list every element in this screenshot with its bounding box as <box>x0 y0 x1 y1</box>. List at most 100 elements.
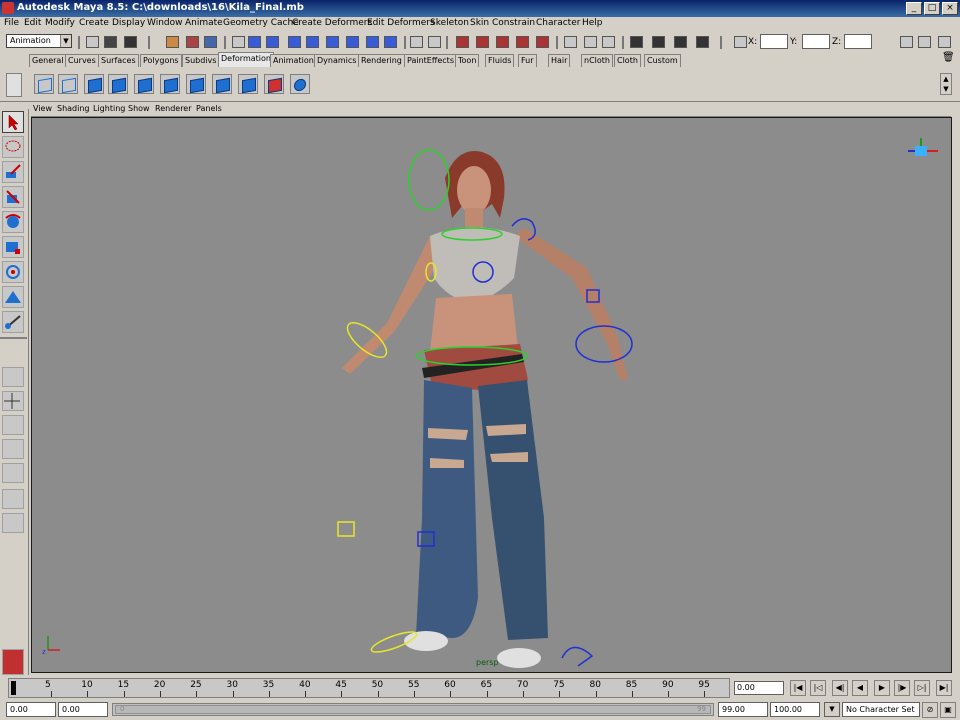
tab-fluids[interactable]: Fluids <box>485 54 515 67</box>
sculpt-icon[interactable] <box>134 74 154 94</box>
select-handles-icon[interactable] <box>266 36 279 48</box>
construction-history-icon[interactable] <box>564 36 577 48</box>
step-forward-key-icon[interactable]: ▷| <box>914 680 930 696</box>
range-slider[interactable]: 0 99 <box>112 703 714 716</box>
snap-curve-icon[interactable] <box>428 36 441 48</box>
save-scene-icon[interactable] <box>124 36 137 48</box>
tool-settings-icon[interactable] <box>938 36 951 48</box>
current-frame-field[interactable]: 0.00 <box>734 681 784 695</box>
panel-menu-shading[interactable]: Shading <box>57 104 90 113</box>
select-component-icon[interactable] <box>204 36 217 48</box>
wire-icon[interactable] <box>160 74 180 94</box>
tab-polygons[interactable]: Polygons <box>140 54 182 67</box>
render-globals-icon[interactable] <box>696 36 709 48</box>
snap-point-icon[interactable] <box>456 36 469 48</box>
select-deformations-icon[interactable] <box>346 36 359 48</box>
wrap-icon[interactable] <box>108 74 128 94</box>
hypershade-layout-icon[interactable] <box>2 463 24 483</box>
panel-menu-lighting[interactable]: Lighting <box>93 104 125 113</box>
single-perspective-layout-icon[interactable] <box>2 367 24 387</box>
open-scene-icon[interactable] <box>104 36 117 48</box>
select-tool-icon[interactable] <box>2 111 24 133</box>
channel-box-icon[interactable] <box>900 36 913 48</box>
menuset-dropdown[interactable]: Animation ▼ <box>6 34 72 48</box>
animation-start-field[interactable]: 0.00 <box>6 702 56 717</box>
playback-end-field[interactable]: 99.00 <box>718 702 768 717</box>
nonlinear-icon[interactable] <box>186 74 206 94</box>
layout-options-icon[interactable] <box>2 489 24 509</box>
menu-edit-deformers[interactable]: Edit Deformers <box>367 18 435 28</box>
step-back-frame-icon[interactable]: ◀| <box>832 680 848 696</box>
range-slider-handle[interactable]: 0 99 <box>115 705 711 714</box>
menu-create-deformers[interactable]: Create Deformers <box>292 18 372 28</box>
auto-key-icon[interactable]: ⊘ <box>922 702 938 718</box>
panel-menu-show[interactable]: Show <box>128 104 150 113</box>
z-input[interactable] <box>844 34 872 49</box>
make-live-icon[interactable] <box>496 36 509 48</box>
playback-start-field[interactable]: 0.00 <box>58 702 108 717</box>
ipr-render-icon[interactable] <box>602 36 615 48</box>
animation-end-field[interactable]: 100.00 <box>770 702 820 717</box>
input-ops-icon[interactable] <box>516 36 529 48</box>
tab-dynamics[interactable]: Dynamics <box>314 54 360 67</box>
move-tool-icon[interactable] <box>2 186 24 208</box>
tab-general[interactable]: General <box>29 54 67 67</box>
menu-file[interactable]: File <box>4 18 19 28</box>
layout-more-icon[interactable] <box>2 513 24 533</box>
character-set-field[interactable]: No Character Set <box>842 702 920 717</box>
relative-transform-icon[interactable] <box>734 36 747 48</box>
select-object-icon[interactable] <box>186 36 199 48</box>
step-back-key-icon[interactable]: |◁ <box>810 680 826 696</box>
cluster-icon[interactable] <box>34 74 54 94</box>
minimize-icon[interactable]: _ <box>906 2 922 15</box>
tab-cloth[interactable]: Cloth <box>614 54 641 67</box>
go-to-start-icon[interactable]: |◀ <box>790 680 806 696</box>
paint-weights-icon[interactable] <box>264 74 284 94</box>
tab-hair[interactable]: Hair <box>548 54 571 67</box>
shelf-menu-icon[interactable] <box>6 73 22 97</box>
tab-surfaces[interactable]: Surfaces <box>98 54 139 67</box>
tab-rendering[interactable]: Rendering <box>358 54 405 67</box>
chevron-down-icon[interactable]: ▼ <box>824 702 840 717</box>
blendshape-icon[interactable] <box>84 74 104 94</box>
tab-custom[interactable]: Custom <box>644 54 681 67</box>
tab-fur[interactable]: Fur <box>518 54 537 67</box>
menu-skin[interactable]: Skin <box>470 18 489 28</box>
time-slider-track[interactable]: 5 10 15 20 25 30 35 40 45 50 55 60 65 70 75 80 85 90 95 <box>8 678 730 698</box>
lasso-tool-icon[interactable] <box>2 136 24 158</box>
panel-menu-renderer[interactable]: Renderer <box>155 104 192 113</box>
go-to-end-icon[interactable]: ▶| <box>936 680 952 696</box>
lattice-icon[interactable] <box>58 74 78 94</box>
menu-create[interactable]: Create <box>79 18 109 28</box>
tab-ncloth[interactable]: nCloth <box>581 54 613 67</box>
y-input[interactable] <box>802 34 830 49</box>
menu-window[interactable]: Window <box>147 18 183 28</box>
select-joints-icon[interactable] <box>288 36 301 48</box>
output-ops-icon[interactable] <box>536 36 549 48</box>
panel-menu-view[interactable]: View <box>33 104 52 113</box>
select-curves-icon[interactable] <box>306 36 319 48</box>
soft-modification-icon[interactable] <box>2 286 24 308</box>
tab-toon[interactable]: Toon <box>455 54 480 67</box>
render-settings-icon[interactable] <box>652 36 665 48</box>
step-forward-frame-icon[interactable]: |▶ <box>894 680 910 696</box>
tab-subdivs[interactable]: Subdivs <box>182 54 220 67</box>
four-view-layout-icon[interactable] <box>2 391 24 411</box>
show-manipulator-icon[interactable] <box>2 311 24 333</box>
select-hierarchy-icon[interactable] <box>166 36 179 48</box>
tab-painteffects[interactable]: PaintEffects <box>404 54 457 67</box>
persp-graph-layout-icon[interactable] <box>2 439 24 459</box>
new-scene-icon[interactable] <box>86 36 99 48</box>
perspective-viewport[interactable]: z persp <box>31 117 952 673</box>
select-surfaces-icon[interactable] <box>326 36 339 48</box>
trash-icon[interactable]: 🗑 <box>942 52 955 64</box>
render-current-icon[interactable] <box>584 36 597 48</box>
render-view-icon[interactable] <box>630 36 643 48</box>
play-forward-icon[interactable]: ▶ <box>874 680 890 696</box>
menu-skeleton[interactable]: Skeleton <box>430 18 469 28</box>
tab-animation[interactable]: Animation <box>270 54 317 67</box>
filter-icon[interactable] <box>232 36 245 48</box>
select-misc-icon[interactable] <box>384 36 397 48</box>
animation-preferences-icon[interactable]: ▣ <box>940 702 956 718</box>
wire-dropoff-icon[interactable] <box>290 74 310 94</box>
